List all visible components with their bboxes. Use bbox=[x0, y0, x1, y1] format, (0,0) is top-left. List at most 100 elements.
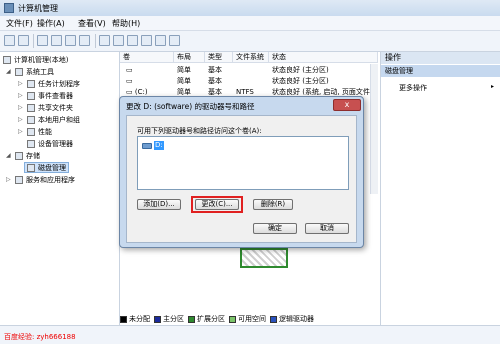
properties-icon[interactable] bbox=[79, 35, 90, 46]
volume-list-scrollbar[interactable] bbox=[370, 64, 378, 194]
window-title: 计算机管理 bbox=[18, 4, 58, 13]
cell-layout: 简单 bbox=[177, 66, 191, 74]
cell-status: 状态良好 (主分区) bbox=[272, 66, 329, 74]
drive-icon bbox=[142, 142, 152, 149]
volume-icon: ▭ bbox=[126, 88, 135, 96]
help-icon[interactable] bbox=[65, 35, 76, 46]
change-drive-letter-dialog: 更改 D: (software) 的驱动器号和路径 x 可用下列驱动器号和路径访… bbox=[119, 96, 364, 248]
legend-item: 可用空间 bbox=[229, 314, 266, 324]
checklist-icon[interactable] bbox=[127, 35, 138, 46]
tree-item-label: 系统工具 bbox=[26, 67, 54, 76]
legend-label: 逻辑驱动器 bbox=[279, 315, 314, 323]
tree-item-services-apps[interactable]: ▷ 服务和应用程序 bbox=[6, 174, 75, 185]
actions-section-disk-management[interactable]: 磁盘管理 bbox=[381, 65, 500, 77]
tools-icon bbox=[15, 67, 23, 76]
toolbar-separator bbox=[95, 34, 96, 48]
tree-root-label: 计算机管理(本地) bbox=[14, 55, 69, 64]
console-tree-icon[interactable] bbox=[51, 35, 62, 46]
expand-icon[interactable]: ◢ bbox=[6, 152, 12, 159]
tree-item-label: 存储 bbox=[26, 151, 40, 160]
column-header-status[interactable]: 状态 bbox=[269, 52, 378, 63]
expand-icon[interactable]: ◢ bbox=[6, 68, 12, 75]
remove-button[interactable]: 删除(R) bbox=[253, 199, 293, 210]
legend-swatch bbox=[120, 315, 127, 323]
computer-management-icon bbox=[4, 3, 14, 13]
actions-pane: 操作 磁盘管理 更多操作 ▸ bbox=[380, 52, 500, 325]
close-button[interactable]: x bbox=[333, 99, 361, 111]
folder-icon[interactable] bbox=[113, 35, 124, 46]
storage-icon bbox=[15, 151, 23, 160]
expand-icon[interactable]: ▷ bbox=[18, 92, 24, 99]
menu-bar: 文件(F) 操作(A) 查看(V) 帮助(H) bbox=[0, 16, 500, 31]
disk-management-icon bbox=[27, 163, 35, 172]
paths-list[interactable]: D: bbox=[137, 136, 349, 190]
tree-item-storage[interactable]: ◢ 存储 bbox=[6, 150, 40, 161]
expand-icon[interactable]: ▷ bbox=[6, 176, 12, 183]
tree-item-disk-management[interactable]: 磁盘管理 bbox=[24, 162, 69, 173]
tree-item-local-users[interactable]: ▷ 本地用户和组 bbox=[18, 114, 80, 125]
back-icon[interactable] bbox=[4, 35, 15, 46]
services-icon bbox=[15, 175, 23, 184]
tree-item-label: 事件查看器 bbox=[38, 91, 73, 100]
delete-icon[interactable] bbox=[141, 35, 152, 46]
tree-item-event-viewer[interactable]: ▷ 事件查看器 bbox=[18, 90, 73, 101]
column-header-volume[interactable]: 卷 bbox=[120, 52, 174, 63]
ok-button[interactable]: 确定 bbox=[253, 223, 297, 234]
actions-header: 操作 bbox=[381, 52, 500, 64]
volume-icon: ▭ bbox=[126, 77, 133, 85]
change-button-highlight bbox=[191, 196, 243, 213]
up-level-icon[interactable] bbox=[37, 35, 48, 46]
menu-view[interactable]: 查看(V) bbox=[78, 18, 106, 29]
legend-item: 扩展分区 bbox=[188, 314, 225, 324]
tree-item-device-manager[interactable]: 设备管理器 bbox=[18, 138, 73, 149]
toolbar-separator bbox=[33, 34, 34, 48]
console-tree: 计算机管理(本地) ◢ 系统工具 ▷ 任务计划程序 ▷ 事件查看器 ▷ 共享文件… bbox=[0, 52, 120, 325]
column-header-layout[interactable]: 布局 bbox=[174, 52, 205, 63]
expand-icon[interactable]: ▷ bbox=[18, 104, 24, 111]
tree-item-label: 任务计划程序 bbox=[38, 79, 80, 88]
expand-icon[interactable]: ▷ bbox=[18, 128, 24, 135]
tree-root[interactable]: 计算机管理(本地) bbox=[3, 54, 68, 65]
expand-icon[interactable]: ▷ bbox=[18, 80, 24, 87]
tree-item-label: 性能 bbox=[38, 127, 52, 136]
add-button[interactable]: 添加(D)... bbox=[137, 199, 181, 210]
forward-icon[interactable] bbox=[18, 35, 29, 46]
title-bar: 计算机管理 bbox=[0, 0, 500, 16]
search-icon[interactable] bbox=[155, 35, 166, 46]
dialog-title: 更改 D: (software) 的驱动器号和路径 bbox=[126, 102, 255, 111]
list-item[interactable]: D: bbox=[142, 141, 164, 150]
cell-layout: 简单 bbox=[177, 77, 191, 85]
tree-item-task-scheduler[interactable]: ▷ 任务计划程序 bbox=[18, 78, 80, 89]
tree-item-label: 设备管理器 bbox=[38, 139, 73, 148]
cancel-button[interactable]: 取消 bbox=[305, 223, 349, 234]
menu-file[interactable]: 文件(F) bbox=[6, 18, 33, 29]
tree-item-label: 服务和应用程序 bbox=[26, 175, 75, 184]
tree-item-performance[interactable]: ▷ 性能 bbox=[18, 126, 52, 137]
tree-item-system-tools[interactable]: ◢ 系统工具 bbox=[6, 66, 54, 77]
tree-item-shared-folders[interactable]: ▷ 共享文件夹 bbox=[18, 102, 73, 113]
cell-status: 状态良好 (主分区) bbox=[272, 77, 329, 85]
device-manager-icon bbox=[27, 139, 35, 148]
menu-help[interactable]: 帮助(H) bbox=[112, 18, 140, 29]
tree-item-label: 磁盘管理 bbox=[38, 163, 66, 172]
shared-folder-icon bbox=[27, 103, 35, 112]
table-row[interactable]: ▭ bbox=[123, 76, 176, 86]
expand-icon[interactable]: ▷ bbox=[18, 116, 24, 123]
users-icon bbox=[27, 115, 35, 124]
disk-icon[interactable] bbox=[99, 35, 110, 46]
tree-item-label: 本地用户和组 bbox=[38, 115, 80, 124]
legend-item: 未分配 bbox=[120, 314, 150, 324]
column-header-filesystem[interactable]: 文件系统 bbox=[233, 52, 269, 63]
cell-volume: (C:) bbox=[134, 88, 148, 96]
legend: 未分配 主分区 扩展分区 可用空间 逻辑驱动器 bbox=[120, 313, 378, 325]
view-icon[interactable] bbox=[169, 35, 180, 46]
event-viewer-icon bbox=[27, 91, 35, 100]
legend-label: 可用空间 bbox=[238, 315, 266, 323]
cell-filesystem bbox=[233, 76, 272, 86]
table-row[interactable]: ▭ bbox=[123, 65, 176, 75]
column-header-type[interactable]: 类型 bbox=[205, 52, 233, 63]
status-bar: 百度经验: zyh666188 bbox=[0, 325, 500, 344]
menu-action[interactable]: 操作(A) bbox=[37, 18, 65, 29]
more-actions-link[interactable]: 更多操作 bbox=[399, 83, 427, 93]
partition-block[interactable] bbox=[240, 248, 288, 268]
